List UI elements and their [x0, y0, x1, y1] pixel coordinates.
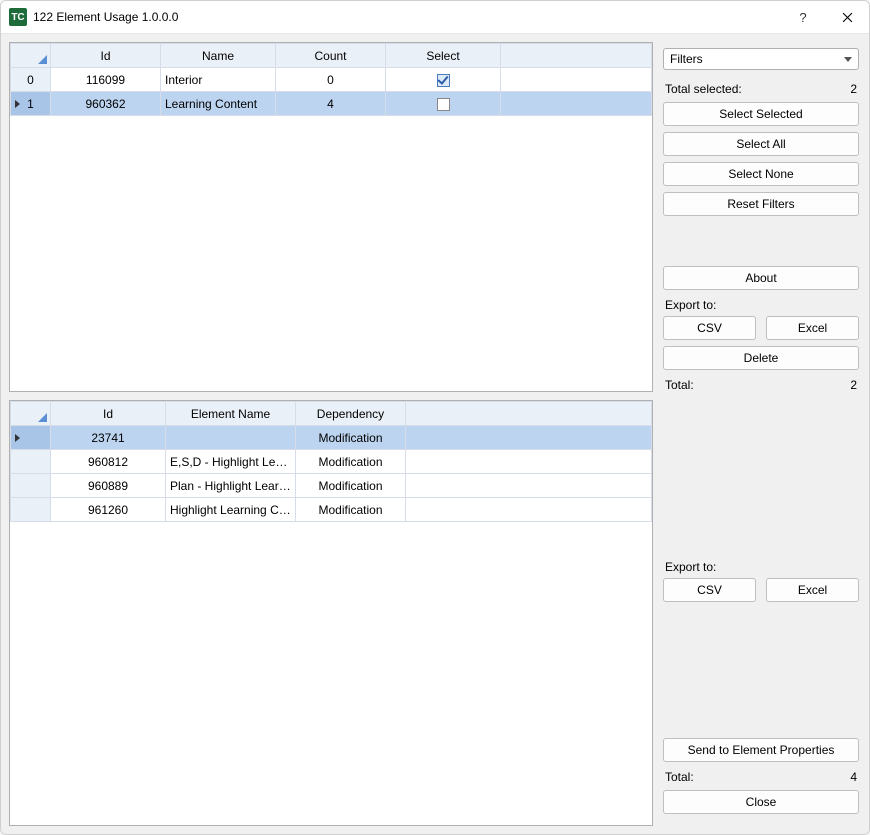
corner-cell[interactable] [11, 44, 51, 68]
row-header[interactable] [11, 498, 51, 522]
row-indicator-icon [15, 434, 20, 442]
cell-id[interactable]: 960889 [51, 474, 166, 498]
total-selected-row: Total selected: 2 [665, 82, 857, 96]
cell-count[interactable]: 4 [276, 92, 386, 116]
cell-filler [406, 426, 652, 450]
grids-area: Id Name Count Select 0116099Interior0196… [9, 42, 653, 826]
select-checkbox[interactable] [437, 74, 450, 87]
row-indicator-icon [15, 100, 20, 108]
close-window-button[interactable] [825, 1, 869, 33]
table-row[interactable]: 23741 Modification [11, 426, 652, 450]
total-value-2: 4 [850, 770, 857, 784]
corner-cell[interactable] [11, 402, 51, 426]
cell-id[interactable]: 23741 [51, 426, 166, 450]
close-button[interactable]: Close [663, 790, 859, 814]
col-filler [501, 44, 652, 68]
select-none-button[interactable]: Select None [663, 162, 859, 186]
cell-element-name[interactable] [166, 426, 296, 450]
select-selected-button[interactable]: Select Selected [663, 102, 859, 126]
cell-name[interactable]: Learning Content [161, 92, 276, 116]
cell-filler [406, 450, 652, 474]
dependencies-grid[interactable]: Id Element Name Dependency 23741 Modifica… [9, 400, 653, 826]
cell-dependency[interactable]: Modification [296, 498, 406, 522]
select-checkbox[interactable] [437, 98, 450, 111]
sidebar: Filters Total selected: 2 Select Selecte… [661, 42, 861, 826]
table-row[interactable]: 1960362Learning Content4 [11, 92, 652, 116]
cell-count[interactable]: 0 [276, 68, 386, 92]
col-id[interactable]: Id [51, 44, 161, 68]
cell-name[interactable]: Interior [161, 68, 276, 92]
table-row[interactable]: 961260Highlight Learning Co...Modificati… [11, 498, 652, 522]
close-icon [842, 12, 853, 23]
col-select[interactable]: Select [386, 44, 501, 68]
col-element-name[interactable]: Element Name [166, 402, 296, 426]
select-all-button[interactable]: Select All [663, 132, 859, 156]
cell-id[interactable]: 961260 [51, 498, 166, 522]
total-label-1: Total: [665, 378, 694, 392]
cell-dependency[interactable]: Modification [296, 450, 406, 474]
col-count[interactable]: Count [276, 44, 386, 68]
table-row[interactable]: 0116099Interior0 [11, 68, 652, 92]
delete-button[interactable]: Delete [663, 346, 859, 370]
export-csv-button-1[interactable]: CSV [663, 316, 756, 340]
row-header[interactable] [11, 450, 51, 474]
dependencies-grid-header: Id Element Name Dependency [11, 402, 652, 426]
titlebar: TC 122 Element Usage 1.0.0.0 ? [1, 1, 869, 33]
cell-element-name[interactable]: Highlight Learning Co... [166, 498, 296, 522]
total-row-2: Total: 4 [665, 770, 857, 784]
export-csv-button-2[interactable]: CSV [663, 578, 756, 602]
filters-label: Filters [670, 52, 703, 66]
col-filler [406, 402, 652, 426]
elements-grid[interactable]: Id Name Count Select 0116099Interior0196… [9, 42, 653, 392]
elements-grid-header: Id Name Count Select [11, 44, 652, 68]
window-title: 122 Element Usage 1.0.0.0 [33, 10, 178, 24]
reset-filters-button[interactable]: Reset Filters [663, 192, 859, 216]
col-id[interactable]: Id [51, 402, 166, 426]
cell-dependency[interactable]: Modification [296, 426, 406, 450]
total-value-1: 2 [850, 378, 857, 392]
cell-filler [406, 474, 652, 498]
cell-id[interactable]: 960362 [51, 92, 161, 116]
row-header[interactable] [11, 426, 51, 450]
export-excel-button-2[interactable]: Excel [766, 578, 859, 602]
total-label-2: Total: [665, 770, 694, 784]
window: TC 122 Element Usage 1.0.0.0 ? Id [0, 0, 870, 835]
total-selected-label: Total selected: [665, 82, 742, 96]
total-selected-value: 2 [850, 82, 857, 96]
cell-filler [406, 498, 652, 522]
table-row[interactable]: 960889Plan - Highlight Learni...Modifica… [11, 474, 652, 498]
cell-select[interactable] [386, 92, 501, 116]
export-to-label-2: Export to: [665, 560, 857, 574]
cell-dependency[interactable]: Modification [296, 474, 406, 498]
row-header[interactable]: 0 [11, 68, 51, 92]
cell-id[interactable]: 116099 [51, 68, 161, 92]
export-to-label-1: Export to: [665, 298, 857, 312]
export-excel-button-1[interactable]: Excel [766, 316, 859, 340]
window-body: Id Name Count Select 0116099Interior0196… [1, 33, 869, 834]
filters-dropdown[interactable]: Filters [663, 48, 859, 70]
col-dependency[interactable]: Dependency [296, 402, 406, 426]
cell-element-name[interactable]: Plan - Highlight Learni... [166, 474, 296, 498]
cell-id[interactable]: 960812 [51, 450, 166, 474]
cell-element-name[interactable]: E,S,D - Highlight Lear... [166, 450, 296, 474]
send-to-element-properties-button[interactable]: Send to Element Properties [663, 738, 859, 762]
app-icon: TC [9, 8, 27, 26]
cell-filler [501, 68, 652, 92]
table-row[interactable]: 960812E,S,D - Highlight Lear...Modificat… [11, 450, 652, 474]
total-row-1: Total: 2 [665, 378, 857, 392]
cell-filler [501, 92, 652, 116]
chevron-down-icon [844, 57, 852, 62]
about-button[interactable]: About [663, 266, 859, 290]
col-name[interactable]: Name [161, 44, 276, 68]
cell-select[interactable] [386, 68, 501, 92]
row-header[interactable]: 1 [11, 92, 51, 116]
help-button[interactable]: ? [781, 1, 825, 33]
row-header[interactable] [11, 474, 51, 498]
